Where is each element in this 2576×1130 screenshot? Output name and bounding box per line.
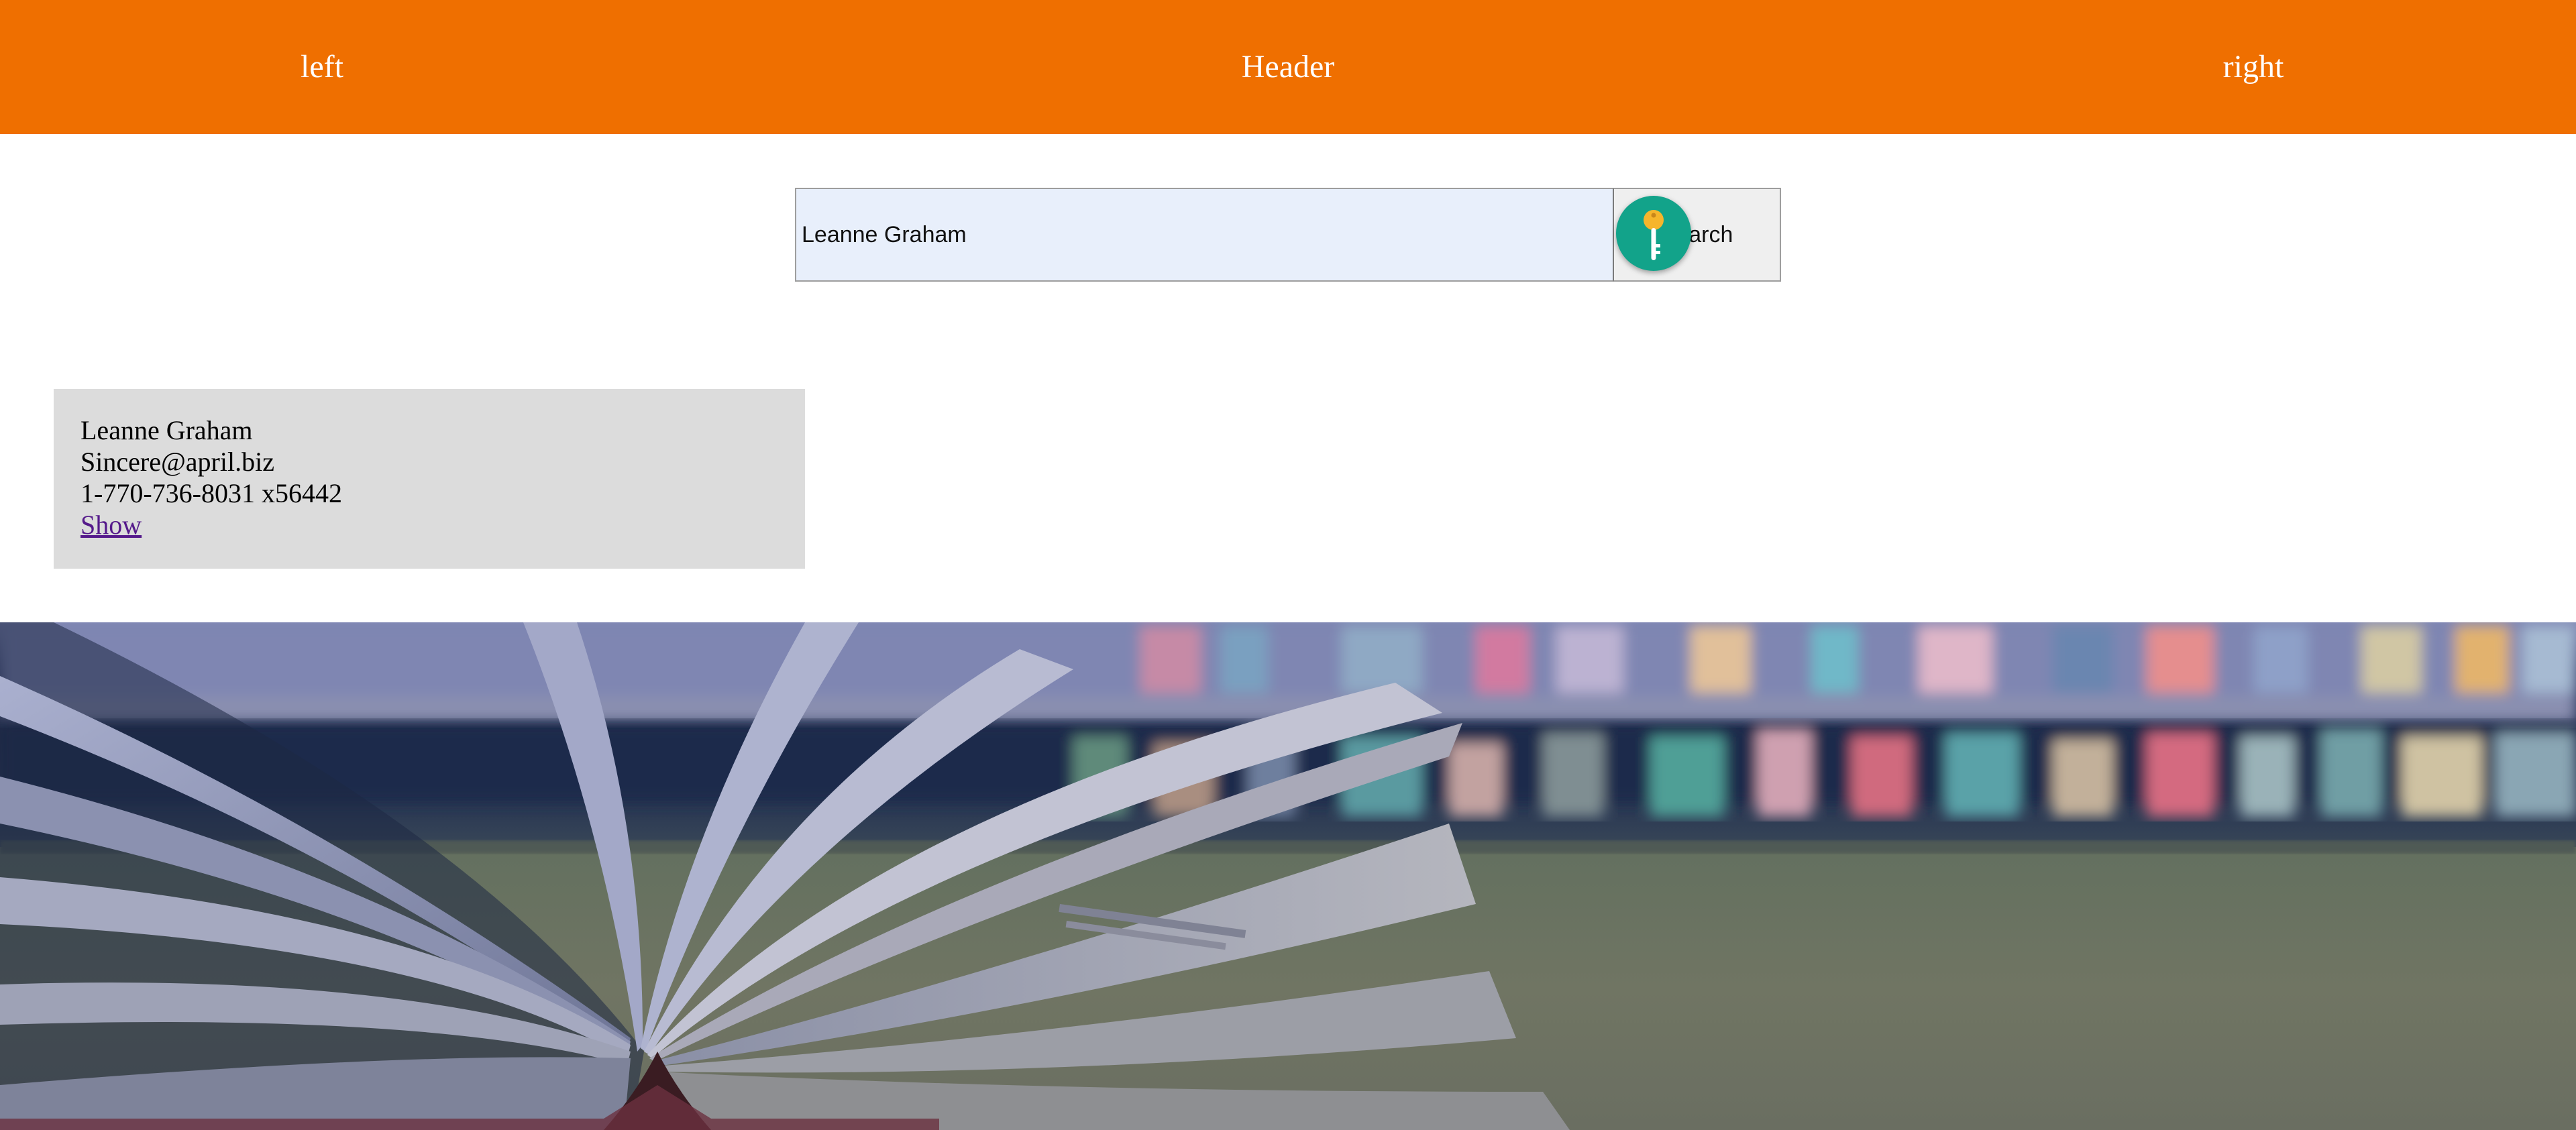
open-book-bookshelf-image	[0, 622, 2576, 1130]
header-left-text: left	[301, 49, 343, 84]
user-name: Leanne Graham	[80, 415, 253, 445]
header-title: Header	[1241, 49, 1335, 84]
page-header: left Header right	[0, 0, 2576, 134]
key-icon	[1644, 210, 1664, 260]
search-input[interactable]	[795, 188, 1613, 282]
user-email: Sincere@april.biz	[80, 447, 274, 477]
password-manager-key-icon[interactable]	[1616, 196, 1691, 271]
hero-book-image	[0, 622, 2576, 1130]
show-user-link[interactable]: Show	[80, 510, 142, 540]
header-right-text: right	[2222, 49, 2284, 84]
user-card: Leanne Graham Sincere@april.biz 1-770-73…	[54, 389, 805, 569]
user-phone: 1-770-736-8031 x56442	[80, 478, 342, 508]
